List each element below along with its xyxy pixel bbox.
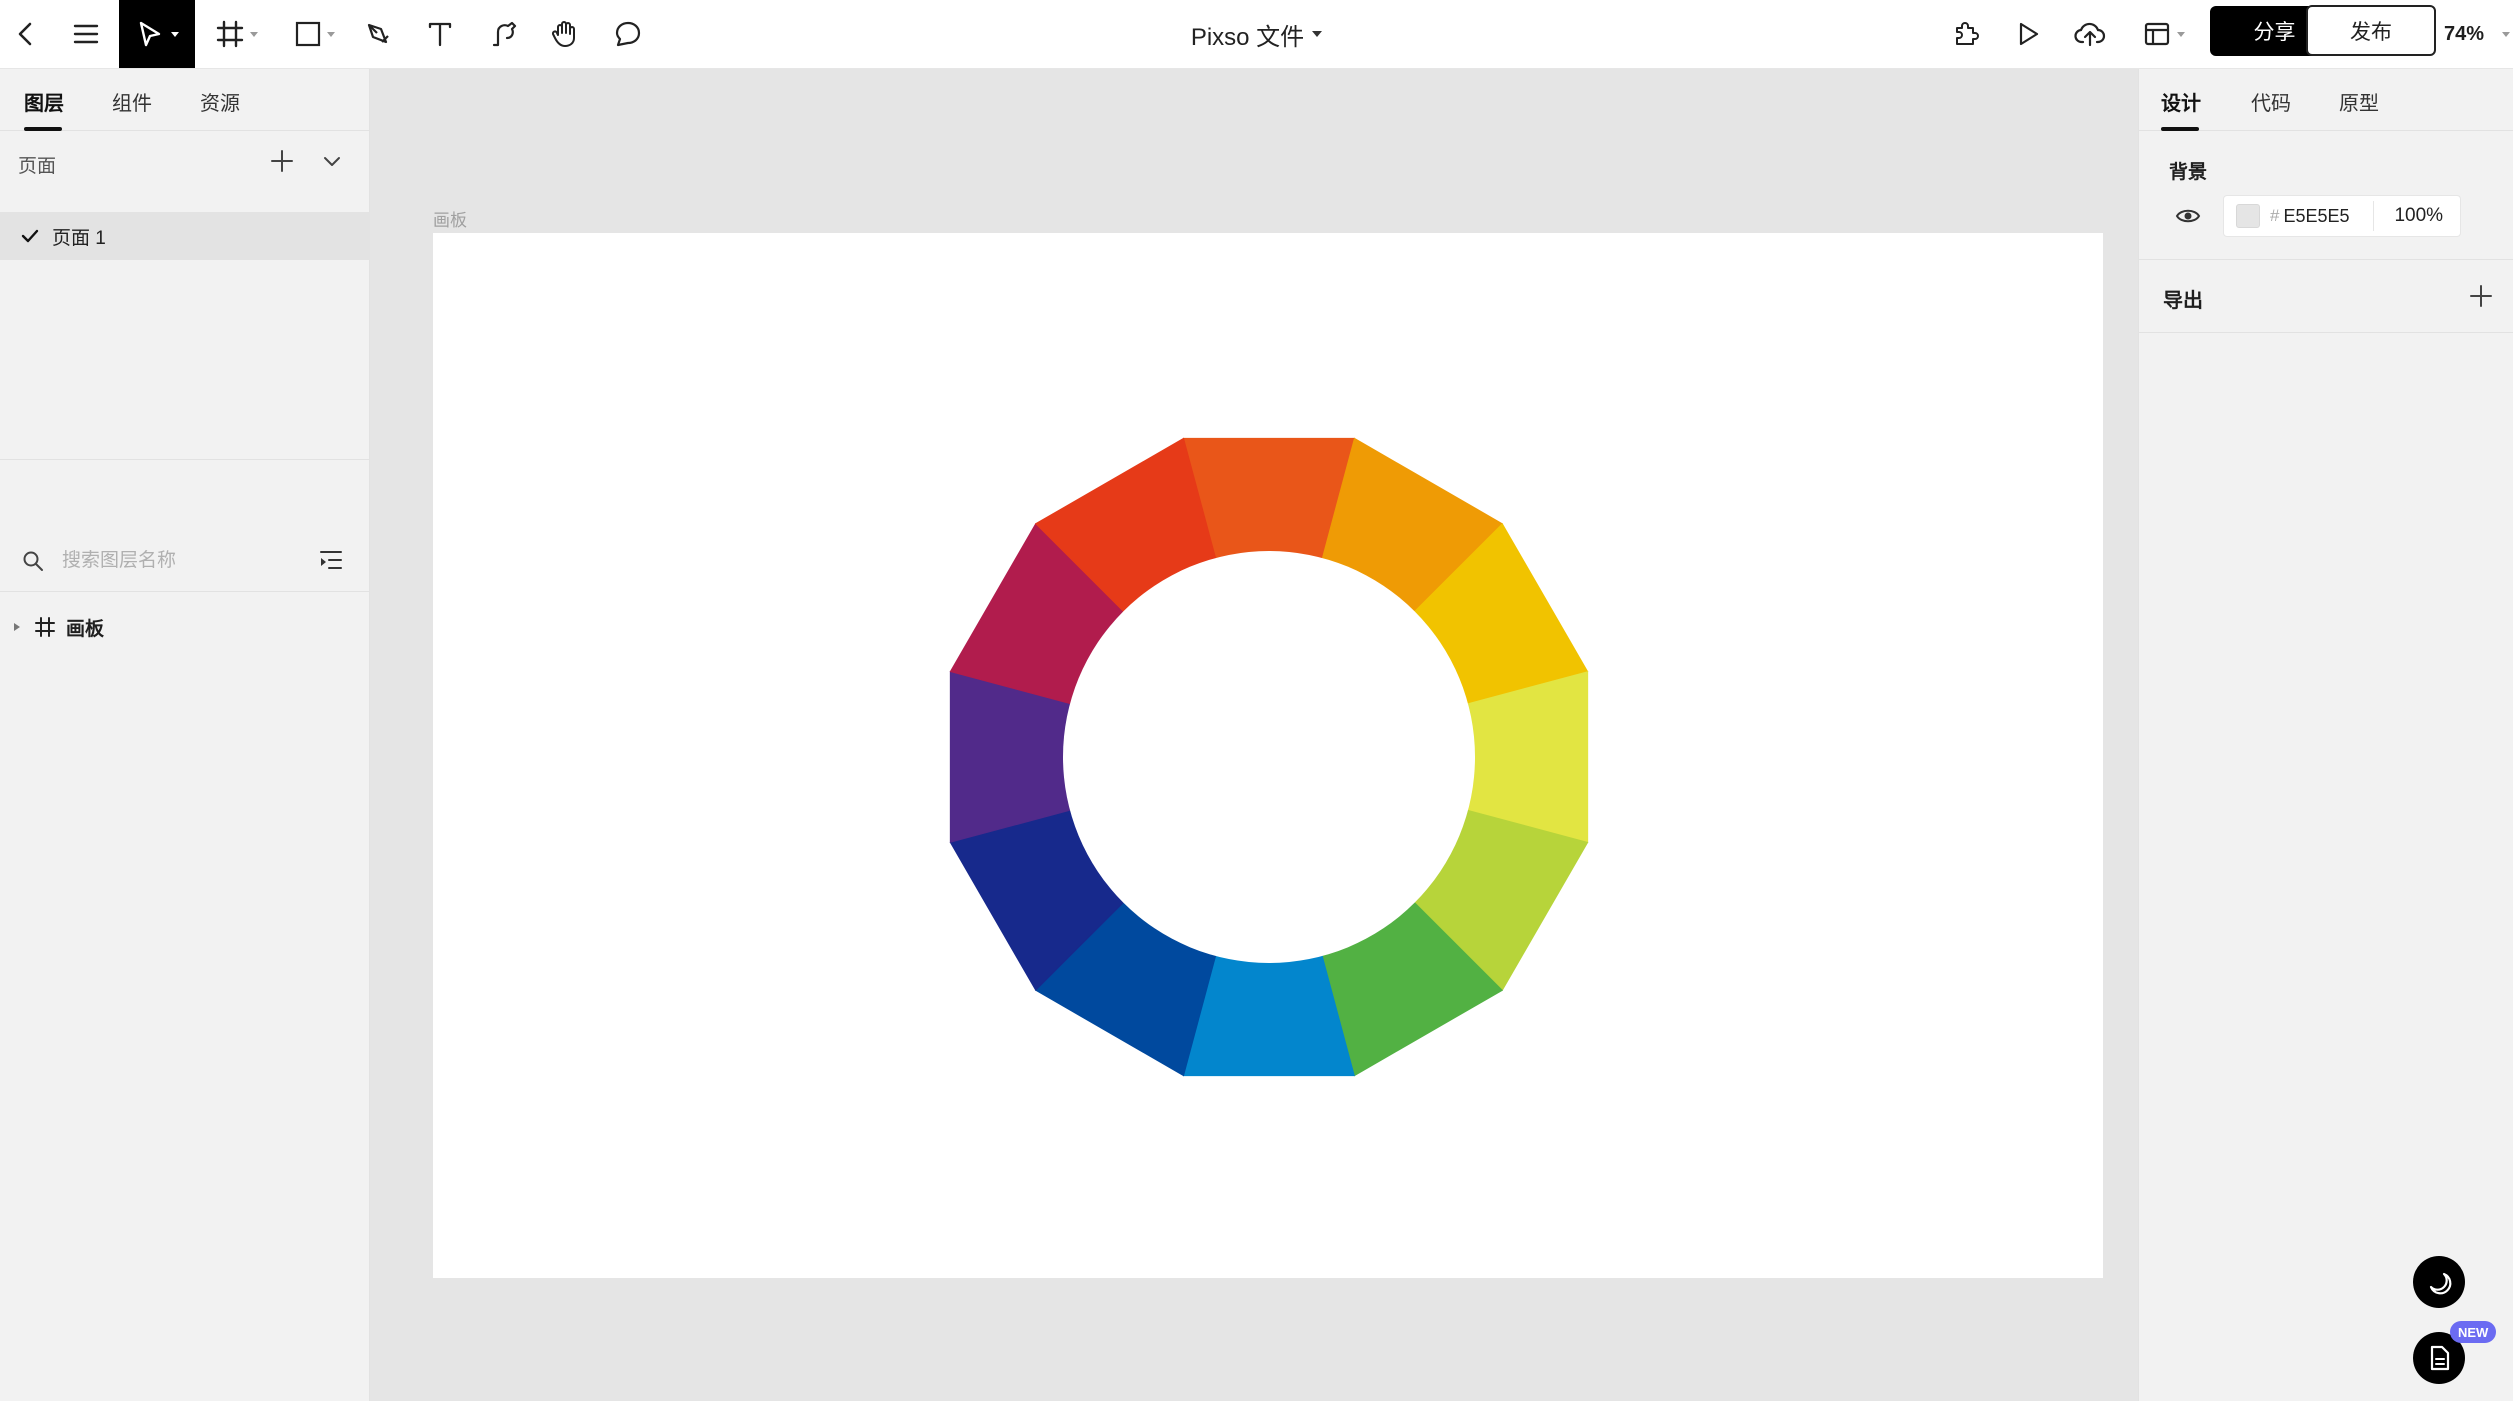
expand-arrow-icon[interactable] bbox=[12, 621, 22, 633]
left-panel: 图层 组件 资源 页面 页面 1 画板 bbox=[0, 69, 370, 1401]
document-title-text: Pixso 文件 bbox=[1190, 23, 1305, 51]
zoom-dropdown[interactable]: 74% bbox=[2410, 0, 2510, 68]
text-tool-icon[interactable] bbox=[420, 0, 460, 68]
background-color-field[interactable]: # E5E5E5 100% bbox=[2223, 195, 2461, 237]
color-wheel[interactable] bbox=[433, 233, 2103, 1278]
move-tool-icon[interactable] bbox=[119, 0, 195, 68]
canvas[interactable]: 画板 bbox=[371, 69, 2138, 1401]
search-input[interactable] bbox=[60, 544, 300, 578]
new-badge: NEW bbox=[2450, 1321, 2497, 1343]
frame-label[interactable]: 画板 bbox=[433, 206, 467, 231]
hash-symbol: # bbox=[2270, 206, 2280, 225]
document-icon bbox=[2430, 1345, 2450, 1371]
layer-item[interactable]: 画板 bbox=[0, 599, 370, 655]
moon-icon bbox=[2429, 1272, 2452, 1295]
tab-prototype[interactable]: 原型 bbox=[2339, 87, 2379, 116]
color-swatch[interactable] bbox=[2236, 204, 2260, 228]
background-section-title: 背景 bbox=[2169, 162, 2208, 183]
check-icon bbox=[20, 226, 40, 246]
document-title[interactable]: Pixso 文件 bbox=[1190, 17, 1323, 52]
search-icon bbox=[22, 550, 44, 577]
eye-icon[interactable] bbox=[2175, 205, 2201, 232]
page-item-label: 页面 1 bbox=[52, 227, 106, 249]
comment-tool-icon[interactable] bbox=[608, 0, 648, 68]
tab-design[interactable]: 设计 bbox=[2161, 87, 2201, 116]
chevron-down-icon bbox=[1312, 31, 1323, 37]
right-panel: 设计 代码 原型 背景 # E5E5E5 100% 导出 bbox=[2138, 69, 2513, 1401]
back-icon[interactable] bbox=[0, 0, 50, 68]
divider bbox=[0, 459, 370, 460]
add-export-icon[interactable] bbox=[2467, 282, 2495, 315]
frame-icon bbox=[34, 616, 56, 638]
export-section: 导出 bbox=[2139, 259, 2513, 333]
layer-search bbox=[0, 530, 370, 592]
right-panel-tabs: 设计 代码 原型 bbox=[2139, 69, 2513, 131]
layer-item-label: 画板 bbox=[66, 618, 105, 640]
menu-icon[interactable] bbox=[66, 0, 106, 68]
top-toolbar: Pixso 文件 分享 发布 74% bbox=[0, 0, 2513, 69]
pencil-tool-icon[interactable] bbox=[484, 0, 524, 68]
filter-icon[interactable] bbox=[318, 548, 344, 577]
collapse-pages-icon[interactable] bbox=[320, 149, 344, 178]
plugin-icon[interactable] bbox=[1944, 0, 1988, 68]
artboard[interactable] bbox=[433, 233, 2103, 1278]
page-item[interactable]: 页面 1 bbox=[0, 212, 370, 260]
play-icon[interactable] bbox=[2006, 0, 2050, 68]
layout-icon[interactable] bbox=[2134, 0, 2194, 68]
hex-value[interactable]: E5E5E5 bbox=[2283, 206, 2373, 227]
shape-tool-icon[interactable] bbox=[290, 0, 340, 68]
left-panel-tabs: 图层 组件 资源 bbox=[0, 69, 370, 131]
tab-assets[interactable]: 资源 bbox=[200, 87, 240, 116]
add-page-icon[interactable] bbox=[268, 147, 296, 180]
pages-title: 页面 bbox=[18, 156, 57, 177]
tab-layers[interactable]: 图层 bbox=[24, 87, 64, 116]
frame-tool-icon[interactable] bbox=[212, 0, 262, 68]
color-wheel-center bbox=[1063, 551, 1475, 963]
theme-toggle-button[interactable] bbox=[2413, 1256, 2465, 1308]
upload-cloud-icon[interactable] bbox=[2066, 0, 2114, 68]
active-tab-indicator bbox=[2161, 127, 2199, 131]
hand-tool-icon[interactable] bbox=[545, 0, 585, 68]
pages-header: 页面 bbox=[0, 131, 370, 193]
tab-components[interactable]: 组件 bbox=[112, 87, 152, 116]
pen-tool-icon[interactable] bbox=[358, 0, 398, 68]
tab-code[interactable]: 代码 bbox=[2251, 87, 2291, 116]
opacity-value[interactable]: 100% bbox=[2373, 201, 2443, 231]
zoom-level: 74% bbox=[2443, 22, 2484, 45]
export-section-title: 导出 bbox=[2163, 290, 2203, 312]
chevron-down-icon bbox=[2502, 31, 2510, 37]
